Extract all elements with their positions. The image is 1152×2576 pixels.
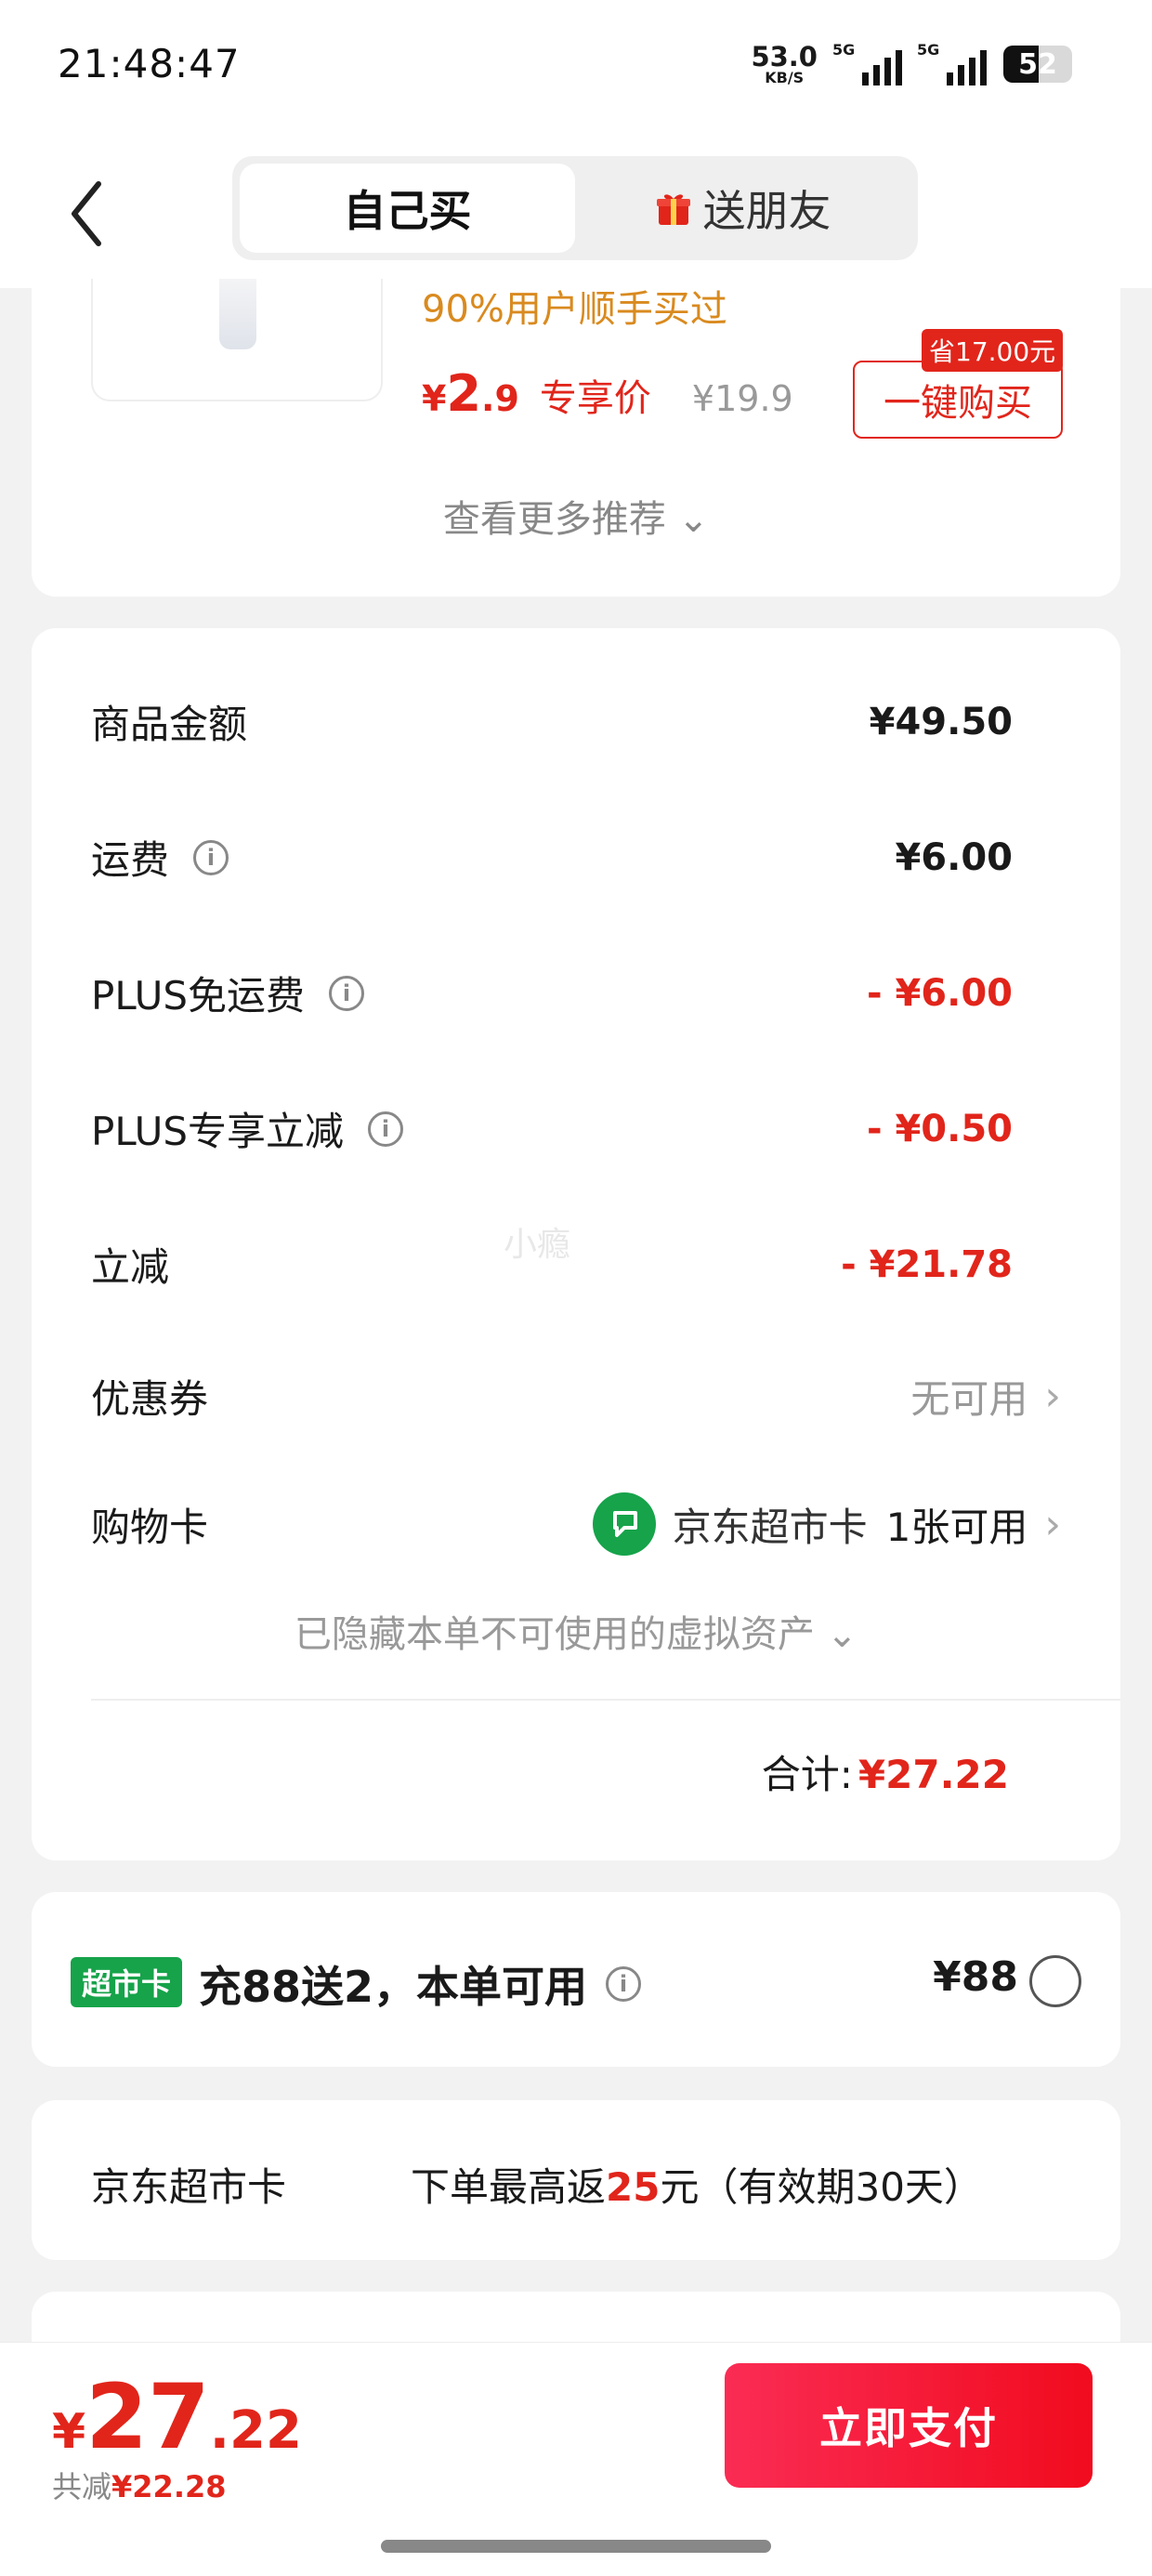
header: 自己买 送朋友 [0, 139, 1152, 288]
tab-buy-self[interactable]: 自己买 [240, 164, 575, 253]
exclusive-price-label: 专享价 [539, 377, 651, 420]
topup-price: ¥88 [933, 1953, 1018, 2001]
status-time: 21:48:47 [58, 41, 241, 86]
status-icons: 53.0 KB/S 5G 5G 52 [751, 40, 1072, 86]
summary-row-goods: 商品金额 ¥49.50 [91, 693, 1013, 750]
goods-amount-value: ¥49.50 [869, 700, 1013, 743]
payable-integer: 27 [85, 2365, 210, 2469]
recommend-hint: 90%用户顺手买过 [422, 288, 727, 331]
price-integer: 2 [446, 364, 482, 423]
divider [91, 1699, 1120, 1701]
topup-radio[interactable] [1029, 1955, 1081, 2007]
purchase-mode-toggle: 自己买 送朋友 [232, 156, 918, 260]
checkout-bar: ¥ 27 .22 共减¥22.28 立即支付 [0, 2342, 1152, 2576]
supermarket-card-logo-icon [592, 1492, 656, 1556]
save-badge: 省17.00元 [922, 329, 1064, 372]
network-speed-value: 53.0 [751, 40, 818, 72]
chevron-right-icon: › [1044, 1373, 1061, 1420]
product-thumbnail[interactable] [91, 279, 383, 401]
currency-symbol: ¥ [422, 378, 447, 419]
status-bar: 21:48:47 53.0 KB/S 5G 5G 52 [0, 0, 1152, 139]
pay-now-button[interactable]: 立即支付 [725, 2363, 1093, 2488]
signal-icon: 5G [832, 41, 902, 85]
supermarket-card-badge: 超市卡 [71, 1957, 183, 2007]
home-indicator[interactable] [381, 2540, 771, 2553]
sim1-label: 5G [832, 41, 856, 59]
recommend-card: 90%用户顺手买过 ¥ 2 .9 专享价 ¥19.9 一键购买 省17.00元 … [32, 279, 1120, 597]
instant-discount-value: - ¥21.78 [841, 1242, 1013, 1286]
gift-card-label: 购物卡 [91, 1504, 209, 1550]
gift-icon [656, 194, 690, 225]
saved-value: ¥22.28 [111, 2469, 227, 2504]
coupon-label: 优惠券 [91, 1376, 209, 1422]
see-more-label: 查看更多推荐 [442, 498, 666, 541]
pay-now-label: 立即支付 [819, 2403, 998, 2453]
price-decimal: .9 [481, 378, 519, 419]
cashback-prefix: 下单最高返 [411, 2164, 607, 2210]
recommend-price: ¥ 2 .9 专享价 ¥19.9 [422, 364, 793, 423]
summary-row-gift-card[interactable]: 购物卡 京东超市卡 1张可用 › [91, 1492, 1061, 1556]
instant-discount-label: 立减 [91, 1244, 170, 1290]
saved-label: 共减 [52, 2469, 112, 2504]
info-icon[interactable]: i [193, 839, 229, 875]
order-total: 合计: ¥27.22 [762, 1743, 1009, 1800]
chevron-down-icon: ⌄ [677, 498, 710, 541]
tab-send-friend[interactable]: 送朋友 [575, 164, 910, 253]
battery-icon: 52 [1003, 46, 1072, 83]
shipping-value: ¥6.00 [895, 835, 1013, 879]
topup-offer-card[interactable]: 超市卡 充88送2，本单可用 i ¥88 [32, 1892, 1120, 2067]
plus-discount-label: PLUS专享立减 [91, 1109, 345, 1154]
see-more-recommend[interactable]: 查看更多推荐 ⌄ [32, 489, 1120, 543]
tab-send-friend-label: 送朋友 [702, 186, 831, 236]
payable-amount: ¥ 27 .22 [52, 2365, 302, 2469]
sim2-label: 5G [917, 41, 940, 59]
one-click-buy-button[interactable]: 一键购买 [853, 361, 1063, 439]
total-saved: 共减¥22.28 [52, 2464, 227, 2506]
signal-icon-2: 5G [917, 41, 987, 85]
gift-card-name: 京东超市卡 [672, 1504, 868, 1550]
info-icon[interactable]: i [606, 1966, 642, 2002]
payable-currency: ¥ [52, 2404, 86, 2460]
summary-row-instant-discount: 立减 - ¥21.78 [91, 1236, 1013, 1293]
plus-free-shipping-label: PLUS免运费 [91, 973, 306, 1019]
chevron-down-icon: ⌄ [826, 1613, 858, 1656]
network-speed-unit: KB/S [765, 68, 805, 86]
cashback-label: 京东超市卡 [91, 2164, 287, 2210]
cashback-suffix: 元（有效期30天） [660, 2164, 983, 2210]
product-image [219, 279, 256, 349]
one-click-buy-label: 一键购买 [884, 382, 1032, 425]
original-price: ¥19.9 [691, 378, 793, 419]
info-icon[interactable]: i [368, 1111, 404, 1147]
hidden-assets-toggle[interactable]: 已隐藏本单不可使用的虚拟资产 ⌄ [32, 1604, 1120, 1658]
price-summary-card: 小瘾 商品金额 ¥49.50 运费 i ¥6.00 PLUS免运费 i - ¥6… [32, 628, 1120, 1860]
battery-level: 52 [1018, 47, 1057, 81]
summary-row-plus-free-shipping: PLUS免运费 i - ¥6.00 [91, 965, 1013, 1021]
cashback-card: 京东超市卡 下单最高返25元（有效期30天） [32, 2100, 1120, 2260]
total-value: ¥27.22 [857, 1752, 1009, 1797]
coupon-value: 无可用 [910, 1376, 1028, 1422]
cashback-desc: 下单最高返25元（有效期30天） [411, 2156, 983, 2213]
summary-row-shipping: 运费 i ¥6.00 [91, 829, 1013, 886]
shipping-label: 运费 [91, 837, 170, 883]
gift-card-available: 1张可用 [885, 1504, 1028, 1550]
goods-amount-label: 商品金额 [91, 702, 248, 747]
payable-decimal: .22 [209, 2400, 302, 2461]
chevron-right-icon: › [1044, 1500, 1061, 1548]
tab-buy-self-label: 自己买 [343, 186, 472, 236]
back-arrow-icon[interactable] [65, 177, 111, 251]
plus-free-shipping-value: - ¥6.00 [866, 971, 1013, 1015]
topup-offer-text: 充88送2，本单可用 [199, 1962, 588, 2012]
plus-discount-value: - ¥0.50 [866, 1107, 1013, 1150]
summary-row-coupon[interactable]: 优惠券 无可用 › [91, 1368, 1061, 1425]
info-icon[interactable]: i [329, 975, 365, 1011]
total-label: 合计: [761, 1752, 853, 1797]
network-speed: 53.0 KB/S [751, 40, 818, 86]
hidden-assets-label: 已隐藏本单不可使用的虚拟资产 [294, 1613, 815, 1656]
summary-row-plus-discount: PLUS专享立减 i - ¥0.50 [91, 1100, 1013, 1157]
cashback-amount: 25 [606, 2164, 661, 2210]
